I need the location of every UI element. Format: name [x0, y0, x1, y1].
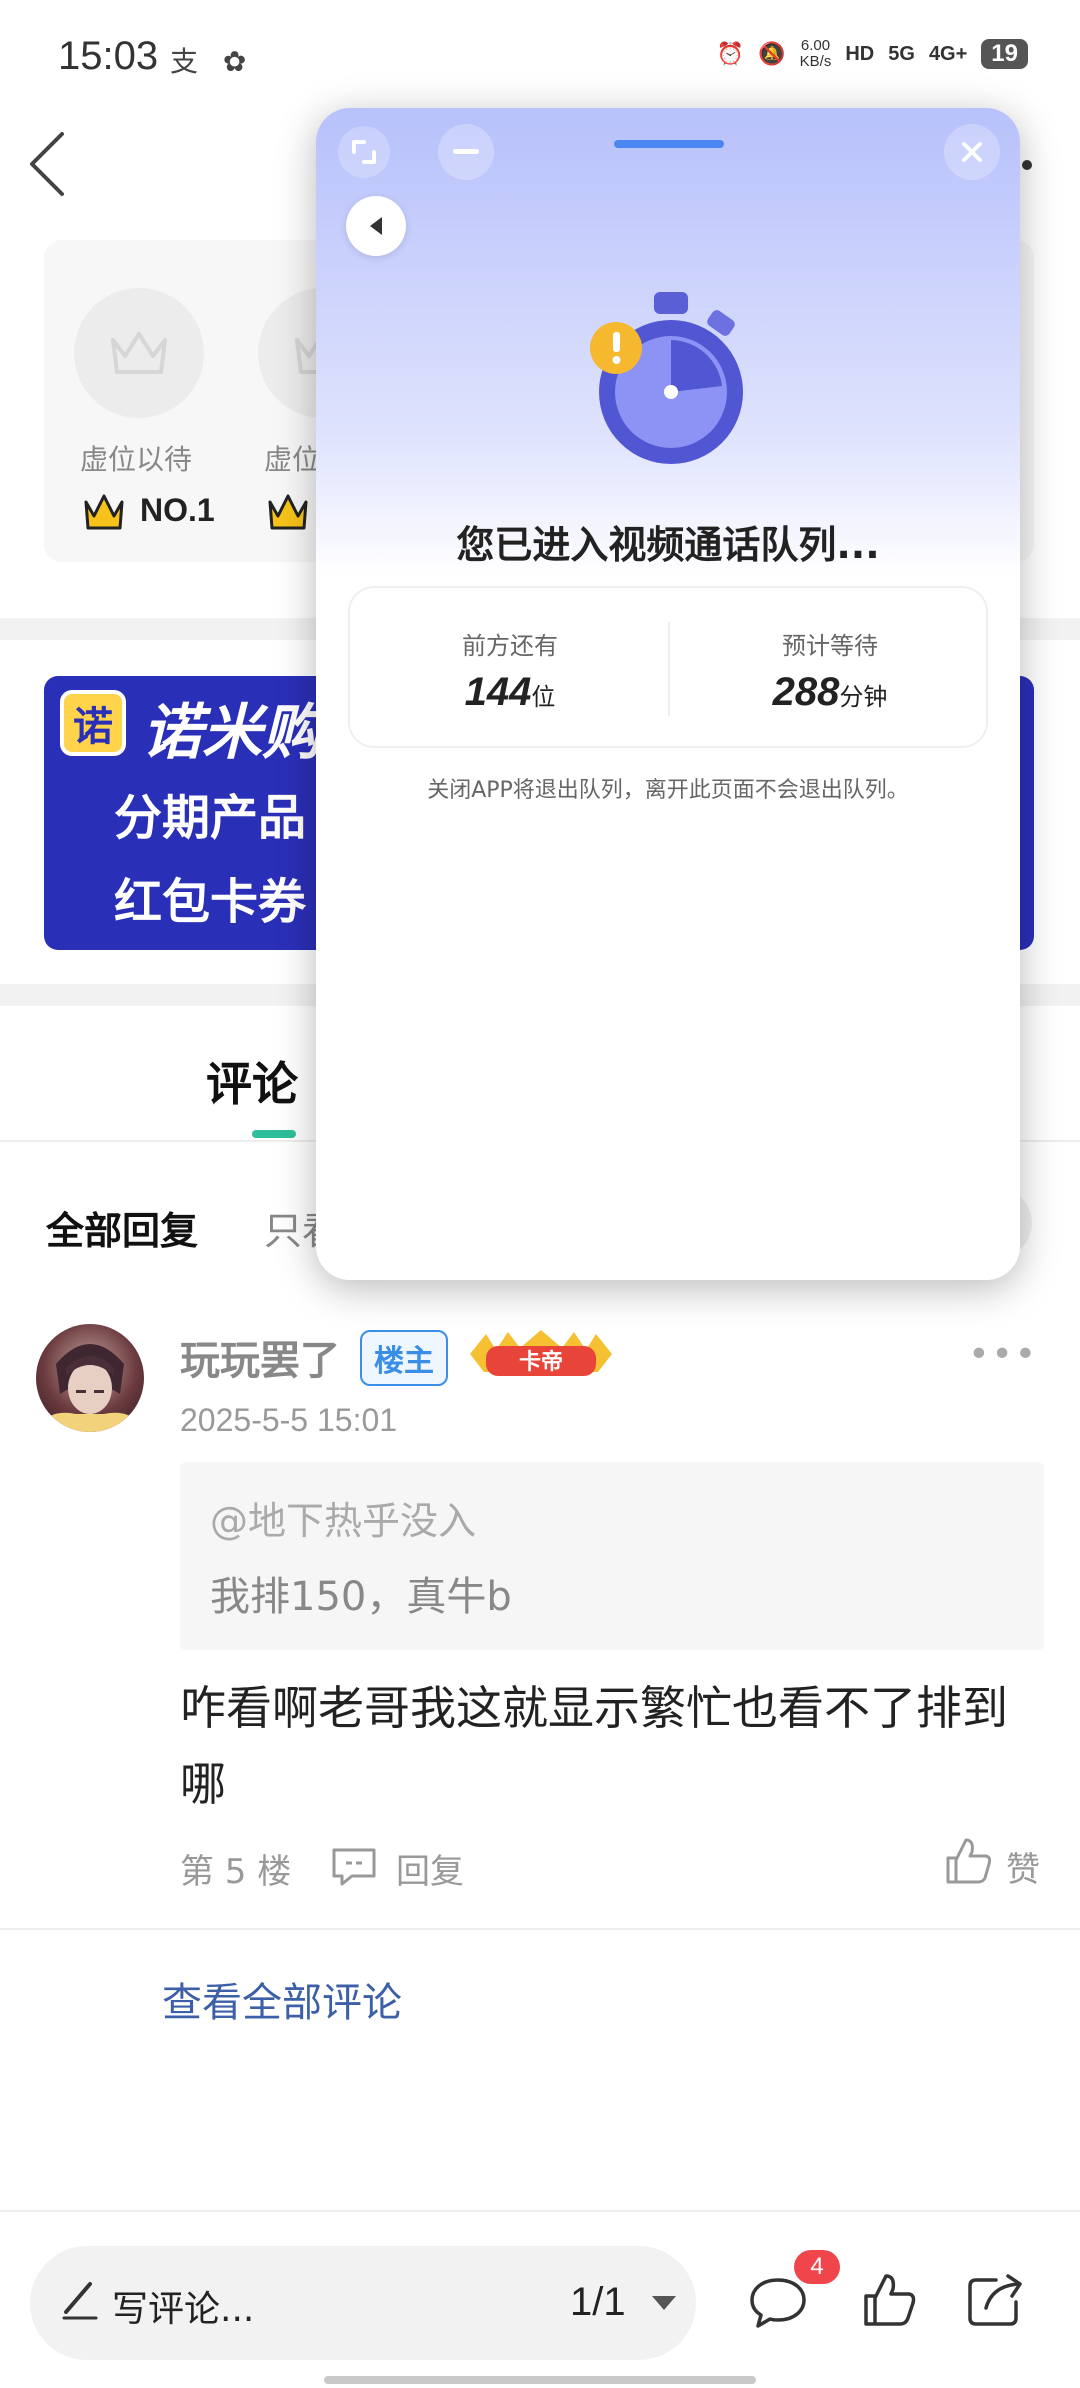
owner-badge: 楼主: [360, 1330, 448, 1386]
queue-wait-stat: 预计等待 288分钟: [670, 588, 990, 750]
queue-ahead-unit: 位: [531, 683, 556, 711]
page-indicator[interactable]: 1/1: [570, 2280, 626, 2325]
gold-crown-icon: [268, 494, 308, 530]
banner-title: 诺米购·: [142, 698, 345, 768]
banner-line: 分期产品: [114, 790, 307, 846]
queue-wait-label: 预计等待: [782, 632, 878, 660]
reply-icon[interactable]: [330, 1846, 378, 1886]
emperor-badge: 卡帝: [470, 1330, 612, 1376]
network-speed: 6.00 KB/s: [799, 37, 832, 70]
rank-number: NO.1: [140, 492, 215, 528]
banner-logo: 诺: [60, 690, 126, 756]
queue-ahead-value-row: 144位: [350, 670, 670, 715]
status-time: 15:03: [58, 34, 159, 78]
view-all-comments-link[interactable]: 查看全部评论: [162, 1970, 402, 2028]
crown-icon: [111, 332, 167, 374]
mute-icon: 🔕: [758, 41, 786, 66]
queue-wait-value: 288: [772, 670, 840, 714]
queue-ahead-stat: 前方还有 144位: [350, 588, 670, 750]
emperor-badge-label: 卡帝: [519, 1349, 563, 1375]
minimize-icon[interactable]: [438, 124, 494, 180]
filter-all-replies[interactable]: 全部回复: [46, 1200, 198, 1255]
comment-more-icon[interactable]: •••: [968, 1334, 1038, 1375]
signal-5g-icon: 5G: [888, 42, 915, 65]
rank-label: 虚位: [264, 443, 321, 476]
comment-timestamp: 2025-5-5 15:01: [180, 1402, 398, 1438]
rank-label: 虚位以待: [80, 443, 193, 476]
queue-wait-unit: 分钟: [839, 683, 888, 711]
quoted-text: 我排150，真牛b: [210, 1574, 512, 1620]
like-button[interactable]: 赞: [1006, 1842, 1040, 1891]
drag-handle[interactable]: [614, 140, 724, 148]
thumbs-up-icon[interactable]: [944, 1836, 994, 1886]
home-indicator[interactable]: [324, 2376, 756, 2384]
hd-icon: HD: [845, 42, 875, 65]
avatar-illustration: [36, 1344, 144, 1432]
floor-number: 第 5 楼: [180, 1852, 292, 1892]
write-comment-input[interactable]: 写评论... 1/1: [30, 2246, 696, 2360]
video-call-queue-panel: 您已进入视频通话队列... 前方还有 144位 预计等待 288分钟 关闭APP…: [316, 108, 1020, 1280]
queue-stats-card: 前方还有 144位 预计等待 288分钟: [348, 586, 988, 748]
avatar[interactable]: [36, 1324, 144, 1432]
expand-icon[interactable]: [336, 124, 392, 180]
status-app-icons: 支 ✿: [170, 45, 255, 78]
pencil-icon: [62, 2282, 98, 2320]
queue-wait-value-row: 288分钟: [670, 670, 990, 715]
rank-avatar-placeholder: [74, 288, 204, 418]
battery-icon: 19: [981, 39, 1028, 69]
status-indicators: ⏰ 🔕 6.00 KB/s HD 5G 4G+ 19: [717, 38, 1028, 70]
quoted-reply: @地下热乎没入 我排150，真牛b: [180, 1462, 1044, 1650]
quoted-user[interactable]: @地下热乎没入: [210, 1490, 476, 1545]
bottom-action-bar: 写评论... 1/1 4: [0, 2210, 1080, 2388]
back-icon[interactable]: [346, 196, 406, 256]
chevron-down-icon[interactable]: [652, 2296, 676, 2310]
gold-crown-icon: [84, 494, 124, 530]
more-menu-icon[interactable]: [1022, 160, 1032, 170]
queue-note: 关闭APP将退出队列，离开此页面不会退出队列。: [427, 778, 909, 803]
share-icon[interactable]: [966, 2270, 1026, 2328]
queue-title: 您已进入视频通话队列...: [456, 523, 880, 567]
tab-indicator: [252, 1130, 296, 1138]
alarm-icon: ⏰: [716, 41, 745, 66]
stopwatch-icon: [590, 292, 743, 464]
tab-comments[interactable]: 评论 ·: [206, 1048, 332, 1114]
thumbs-up-icon[interactable]: [862, 2272, 918, 2328]
comment-body: 咋看啊老哥我这就显示繁忙也看不了排到哪: [180, 1681, 1008, 1811]
banner-line: 红包卡券: [114, 874, 307, 930]
write-comment-label: 写评论...: [112, 2289, 255, 2330]
queue-ahead-label: 前方还有: [462, 632, 558, 660]
comment-username[interactable]: 玩玩罢了: [180, 1328, 340, 1386]
close-icon[interactable]: [944, 124, 1000, 180]
comment-count-badge: 4: [794, 2250, 840, 2284]
comment-divider: [0, 1928, 1080, 1930]
signal-4g-icon: 4G+: [928, 42, 968, 65]
comment-icon[interactable]: [748, 2274, 808, 2330]
reply-button[interactable]: 回复: [396, 1844, 464, 1893]
back-arrow-icon[interactable]: [26, 130, 70, 198]
queue-ahead-value: 144: [464, 670, 532, 714]
